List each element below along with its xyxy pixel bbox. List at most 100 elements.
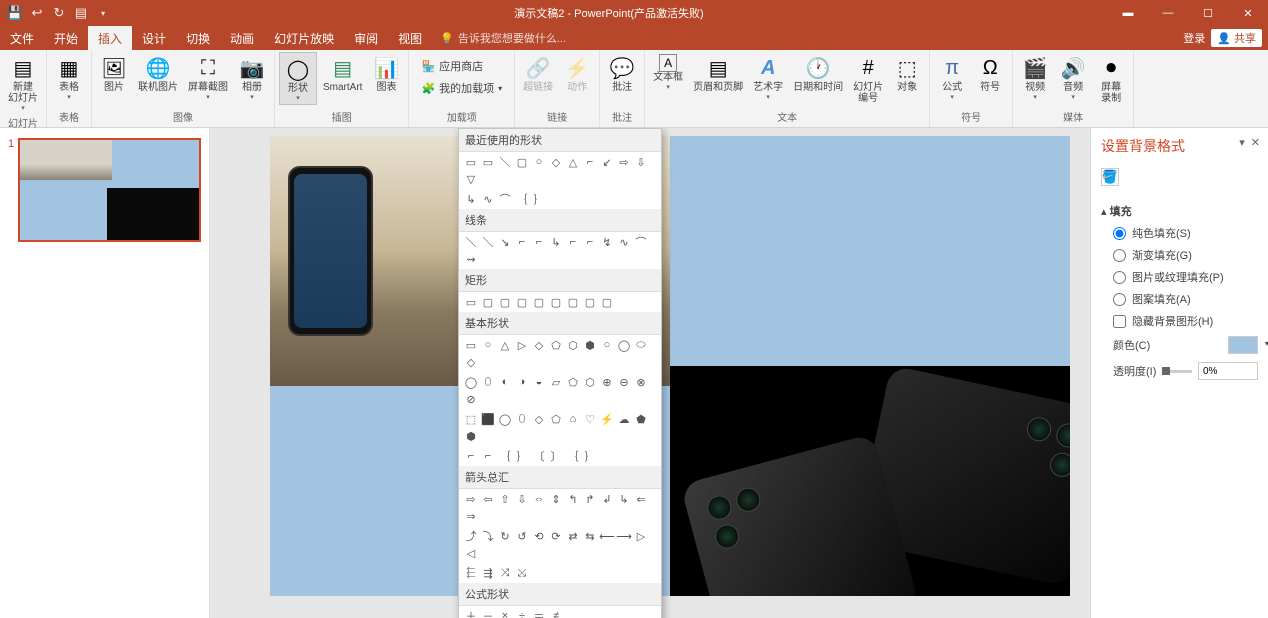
shape-item[interactable]: ⬟ (633, 411, 649, 427)
shape-item[interactable]: ▱ (548, 374, 564, 390)
shape-item[interactable]: ⇆ (582, 528, 598, 544)
shape-item[interactable]: ｝ (514, 448, 530, 464)
shape-item[interactable]: ⌒ (497, 191, 513, 207)
shape-item[interactable]: ⤩ (514, 565, 530, 581)
tab-slideshow[interactable]: 幻灯片放映 (264, 26, 344, 50)
shape-item[interactable]: ⌂ (565, 411, 581, 427)
shape-item[interactable]: ○ (480, 337, 496, 353)
shape-item[interactable]: ⇒ (463, 508, 479, 524)
shape-item[interactable]: ▭ (463, 294, 479, 310)
shape-item[interactable]: ＼ (480, 234, 496, 250)
shape-item[interactable]: ⌐ (480, 448, 496, 464)
solid-fill-radio[interactable]: 纯色填充(S) (1101, 222, 1258, 244)
shape-item[interactable]: ｝ (582, 448, 598, 464)
shape-item[interactable]: ⇩ (514, 491, 530, 507)
shape-item[interactable]: ▢ (480, 294, 496, 310)
shape-item[interactable]: ↘ (497, 234, 513, 250)
shape-item[interactable]: ↱ (582, 491, 598, 507)
audio-button[interactable]: 🔊音频▾ (1055, 52, 1091, 103)
tab-insert[interactable]: 插入 (88, 26, 132, 50)
login-link[interactable]: 登录 (1183, 30, 1205, 46)
tab-transitions[interactable]: 切换 (176, 26, 220, 50)
shape-item[interactable]: ⬚ (463, 411, 479, 427)
shape-item[interactable]: ∿ (480, 191, 496, 207)
shape-item[interactable]: ◇ (463, 354, 479, 370)
share-button[interactable]: 👤共享 (1211, 29, 1262, 47)
shape-item[interactable]: ⊖ (616, 374, 632, 390)
table-button[interactable]: ▦表格▾ (51, 52, 87, 103)
header-footer-button[interactable]: ▤页眉和页脚 (689, 52, 747, 95)
shape-item[interactable]: ▷ (514, 337, 530, 353)
equation-button[interactable]: π公式▾ (934, 52, 970, 103)
tab-animations[interactable]: 动画 (220, 26, 264, 50)
new-slide-button[interactable]: ▤新建 幻灯片▾ (4, 52, 42, 114)
pane-close-icon[interactable]: ✕ (1251, 136, 1260, 149)
shape-item[interactable]: ｝ (531, 191, 547, 207)
smartart-button[interactable]: ▤SmartArt (319, 52, 366, 95)
pattern-fill-radio[interactable]: 图案填充(A) (1101, 288, 1258, 310)
shape-item[interactable]: ⤵ (480, 528, 496, 544)
shape-item[interactable]: ⬢ (582, 337, 598, 353)
shape-item[interactable]: 〔 (531, 448, 547, 464)
shape-item[interactable]: ▢ (582, 294, 598, 310)
shape-item[interactable]: ↰ (565, 491, 581, 507)
shape-item[interactable]: ↙ (599, 154, 615, 170)
tab-file[interactable]: 文件 (0, 26, 44, 50)
slide[interactable] (270, 136, 1070, 596)
slide-canvas-area[interactable]: 最近使用的形状▭▭＼▢○◇△⌐↙⇨⇩▽↳∿⌒｛｝线条＼＼↘⌐⌐↳⌐⌐↯∿⌒⇝矩形… (210, 128, 1090, 618)
tell-me-search[interactable]: 💡 告诉我您想要做什么... (432, 30, 574, 46)
shape-item[interactable]: ◑ (514, 374, 530, 390)
shape-item[interactable]: ▢ (565, 294, 581, 310)
shape-item[interactable]: ⇕ (548, 491, 564, 507)
wordart-button[interactable]: A艺术字▾ (749, 52, 787, 103)
shape-item[interactable]: ∿ (616, 234, 632, 250)
shape-item[interactable]: ⟶ (616, 528, 632, 544)
action-button[interactable]: ⚡动作 (559, 52, 595, 95)
shape-item[interactable]: ▢ (548, 294, 564, 310)
store-button[interactable]: 🏪应用商店 (417, 56, 487, 76)
pane-options-icon[interactable]: ▾ (1239, 136, 1245, 149)
picture-button[interactable]: 🖼图片 (96, 52, 132, 95)
shape-item[interactable]: ▽ (463, 171, 479, 187)
shape-item[interactable]: ⤨ (497, 565, 513, 581)
shape-item[interactable]: ◯ (616, 337, 632, 353)
hide-bg-checkbox[interactable]: 隐藏背景图形(H) (1101, 310, 1258, 332)
shape-item[interactable]: ⬯ (480, 374, 496, 390)
slidenumber-button[interactable]: #幻灯片 编号 (849, 52, 887, 106)
shape-item[interactable]: ⌐ (514, 234, 530, 250)
shape-item[interactable]: ◇ (531, 337, 547, 353)
shape-item[interactable]: ⟲ (531, 528, 547, 544)
shape-item[interactable]: ≠ (548, 608, 564, 618)
shape-item[interactable]: ↲ (599, 491, 615, 507)
shape-item[interactable]: ⬡ (565, 337, 581, 353)
shape-item[interactable]: ▭ (463, 337, 479, 353)
picture-fill-radio[interactable]: 图片或纹理填充(P) (1101, 266, 1258, 288)
ribbon-display-options[interactable]: ▬ (1108, 0, 1148, 26)
datetime-button[interactable]: 🕐日期和时间 (789, 52, 847, 95)
shape-item[interactable]: ＼ (463, 234, 479, 250)
online-picture-button[interactable]: 🌐联机图片 (134, 52, 182, 95)
album-button[interactable]: 📷相册▾ (234, 52, 270, 103)
shape-item[interactable]: ⬭ (633, 337, 649, 353)
undo-icon[interactable]: ↩ (30, 6, 44, 20)
redo-icon[interactable]: ↻ (52, 6, 66, 20)
shape-item[interactable]: ⊕ (599, 374, 615, 390)
shape-item[interactable]: ▢ (514, 294, 530, 310)
shape-item[interactable]: ÷ (514, 608, 530, 618)
shape-item[interactable]: ○ (531, 154, 547, 170)
shape-item[interactable]: ⊗ (633, 374, 649, 390)
shape-item[interactable]: ↳ (616, 491, 632, 507)
shape-item[interactable]: ☁ (616, 411, 632, 427)
fill-tab-icon[interactable]: 🪣 (1101, 168, 1119, 186)
transparency-input[interactable] (1198, 362, 1258, 380)
shape-item[interactable]: ⬠ (565, 374, 581, 390)
shape-item[interactable]: ⌐ (531, 234, 547, 250)
shape-item[interactable]: ⬠ (548, 337, 564, 353)
shape-item[interactable]: ⌐ (463, 448, 479, 464)
shape-item[interactable]: ⇐ (633, 491, 649, 507)
textbox-button[interactable]: A文本框▾ (649, 52, 687, 93)
shape-item[interactable]: ↳ (548, 234, 564, 250)
shape-item[interactable]: ⬯ (514, 411, 530, 427)
shape-item[interactable]: ⇨ (463, 491, 479, 507)
shape-item[interactable]: ♡ (582, 411, 598, 427)
